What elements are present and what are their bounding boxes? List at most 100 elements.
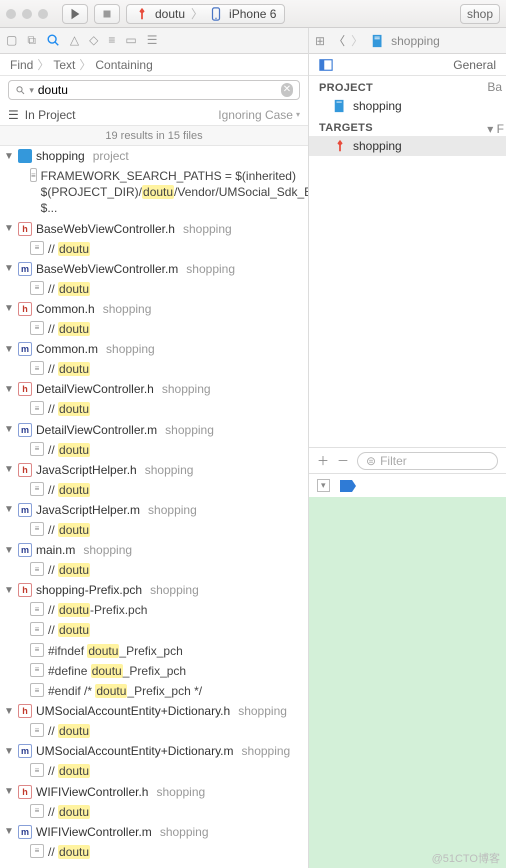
remove-target-button[interactable]: － xyxy=(337,452,349,469)
close-dot[interactable] xyxy=(6,9,16,19)
nav-issue-icon[interactable]: △ xyxy=(70,33,79,48)
result-group[interactable]: ▼hDetailViewController.hshopping xyxy=(0,379,308,399)
result-project: shopping xyxy=(183,222,232,236)
snippet-icon: ≡ xyxy=(30,321,44,335)
detail-collapse-icon[interactable]: ▾ F xyxy=(487,122,504,136)
scope-list-icon[interactable]: ☰ xyxy=(8,108,19,122)
result-line[interactable]: ≡// doutu xyxy=(0,761,308,781)
disclosure-triangle-icon[interactable]: ▼ xyxy=(4,504,14,515)
result-group[interactable]: ▼hBaseWebViewController.hshopping xyxy=(0,219,308,239)
search-field[interactable]: ▾ ✕ xyxy=(8,80,300,100)
disclosure-triangle-icon[interactable]: ▼ xyxy=(4,826,14,837)
result-line[interactable]: ≡// doutu xyxy=(0,399,308,419)
result-text: // doutu xyxy=(48,763,302,779)
section-targets: TARGETS xyxy=(309,116,506,136)
result-group[interactable]: ▼hshopping-Prefix.pchshopping xyxy=(0,580,308,600)
snippet-icon: ≡ xyxy=(30,804,44,818)
result-line[interactable]: ≡ // doutu xyxy=(0,802,308,822)
scheme-selector[interactable]: doutu 〉 iPhone 6 xyxy=(126,4,285,24)
disclosure-triangle-icon[interactable]: ▼ xyxy=(4,545,14,556)
result-group[interactable]: ▼mBaseWebViewController.mshopping xyxy=(0,259,308,279)
back-button[interactable]: 〈 xyxy=(333,32,345,49)
search-breadcrumb[interactable]: Find 〉 Text 〉 Containing xyxy=(0,54,308,76)
nav-search-icon[interactable] xyxy=(46,33,60,48)
scheme-device: iPhone 6 xyxy=(229,7,276,21)
result-line[interactable]: ≡// doutu xyxy=(0,620,308,640)
result-line[interactable]: ≡// doutu xyxy=(0,520,308,540)
result-group[interactable]: ▼mUMSocialAccountEntity+Dictionary.mshop… xyxy=(0,741,308,761)
search-scope-bar: ☰ In Project Ignoring Case ▾ xyxy=(0,104,308,126)
dropdown-caret-icon[interactable]: ▾ xyxy=(29,85,34,96)
disclosure-triangle-icon[interactable]: ▼ xyxy=(4,706,14,717)
disclosure-triangle-icon[interactable]: ▼ xyxy=(4,424,14,435)
result-group[interactable]: ▼mWIFIViewController.mshopping xyxy=(0,822,308,842)
impl-file-icon: m xyxy=(18,342,32,356)
disclosure-triangle-icon[interactable]: ▼ xyxy=(4,151,14,162)
result-line[interactable]: ≡FRAMEWORK_SEARCH_PATHS = $(inherited) $… xyxy=(0,166,308,219)
stop-button[interactable] xyxy=(94,4,120,24)
add-target-button[interactable]: ＋ xyxy=(317,452,329,469)
scope-label[interactable]: In Project xyxy=(25,108,76,122)
result-group[interactable]: ▼mJavaScriptHelper.mshopping xyxy=(0,500,308,520)
result-line[interactable]: ≡// doutu xyxy=(0,359,308,379)
disclosure-triangle-icon[interactable]: ▼ xyxy=(4,585,14,596)
disclosure-triangle-icon[interactable]: ▼ xyxy=(4,303,14,314)
forward-button[interactable]: 〉 xyxy=(351,32,363,49)
disclosure-triangle-icon[interactable]: ▼ xyxy=(4,263,14,274)
result-line[interactable]: ≡// doutu xyxy=(0,440,308,460)
jump-root[interactable]: shopping xyxy=(391,34,440,48)
disclosure-triangle-icon[interactable]: ▼ xyxy=(4,384,14,395)
console-area[interactable] xyxy=(309,497,506,868)
result-line[interactable]: ≡// doutu xyxy=(0,721,308,741)
result-line[interactable]: ≡// doutu-Prefix.pch xyxy=(0,600,308,620)
nav-test-icon[interactable]: ◇ xyxy=(89,33,98,48)
minimize-dot[interactable] xyxy=(22,9,32,19)
result-line[interactable]: ≡// doutu xyxy=(0,480,308,500)
result-group[interactable]: ▼hCommon.hshopping xyxy=(0,299,308,319)
nav-project-icon[interactable]: ▢ xyxy=(6,33,17,48)
result-group[interactable]: ▼hUMSocialAccountEntity+Dictionary.hshop… xyxy=(0,701,308,721)
result-line[interactable]: ≡#endif /* doutu_Prefix_pch */ xyxy=(0,681,308,701)
disclosure-triangle-icon[interactable]: ▼ xyxy=(4,344,14,355)
tab-general[interactable]: General xyxy=(453,58,496,72)
result-group[interactable]: ▼hJavaScriptHelper.hshopping xyxy=(0,460,308,480)
disclosure-triangle-icon[interactable]: ▼ xyxy=(4,746,14,757)
project-row[interactable]: shopping xyxy=(309,96,506,116)
match-case-menu[interactable]: Ignoring Case ▾ xyxy=(218,108,300,122)
result-line[interactable]: ≡#ifndef doutu_Prefix_pch xyxy=(0,641,308,661)
sidebar-toggle-icon[interactable] xyxy=(319,58,333,72)
search-input[interactable] xyxy=(38,83,277,97)
nav-breakpoint-icon[interactable]: ▭ xyxy=(125,33,136,48)
targets-filter[interactable]: ⊜ Filter xyxy=(357,452,498,470)
results-tree[interactable]: ▼shoppingproject≡FRAMEWORK_SEARCH_PATHS … xyxy=(0,146,308,868)
zoom-dot[interactable] xyxy=(38,9,48,19)
result-group[interactable]: ▼mmain.mshopping xyxy=(0,540,308,560)
clear-search-icon[interactable]: ✕ xyxy=(281,83,293,97)
run-button[interactable] xyxy=(62,4,88,24)
nav-debug-icon[interactable]: ≡ xyxy=(108,33,115,48)
result-text: // doutu xyxy=(48,442,302,458)
result-group[interactable]: ▼mDetailViewController.mshopping xyxy=(0,420,308,440)
disclosure-triangle-icon[interactable]: ▼ xyxy=(4,223,14,234)
target-row[interactable]: shopping xyxy=(309,136,506,156)
result-group[interactable]: ▼hWIFIViewController.hshopping xyxy=(0,782,308,802)
result-line[interactable]: ≡// doutu xyxy=(0,239,308,259)
disclosure-triangle-icon[interactable]: ▼ xyxy=(4,786,14,797)
nav-report-icon[interactable]: ☰ xyxy=(147,33,158,48)
result-group[interactable]: ▼mCommon.mshopping xyxy=(0,339,308,359)
breakpoint-toggle-icon[interactable] xyxy=(340,480,356,492)
result-line[interactable]: ≡// doutu xyxy=(0,560,308,580)
related-items-icon[interactable]: ⊞ xyxy=(315,34,325,48)
result-line[interactable]: ≡// doutu xyxy=(0,279,308,299)
disclosure-triangle-icon[interactable]: ▼ xyxy=(4,464,14,475)
debug-toggle-icon[interactable]: ▾ xyxy=(317,479,330,492)
nav-symbol-icon[interactable]: ⧉ xyxy=(27,33,36,48)
result-line[interactable]: ≡// doutu xyxy=(0,842,308,862)
result-line[interactable]: ≡// doutu xyxy=(0,319,308,339)
result-line[interactable]: ≡#define doutu_Prefix_pch xyxy=(0,661,308,681)
result-group[interactable]: ▼shoppingproject xyxy=(0,146,308,166)
result-project: shopping xyxy=(238,704,287,718)
search-row: ▾ ✕ xyxy=(0,76,308,104)
result-text: // doutu xyxy=(48,804,302,820)
snippet-icon: ≡ xyxy=(30,168,37,182)
